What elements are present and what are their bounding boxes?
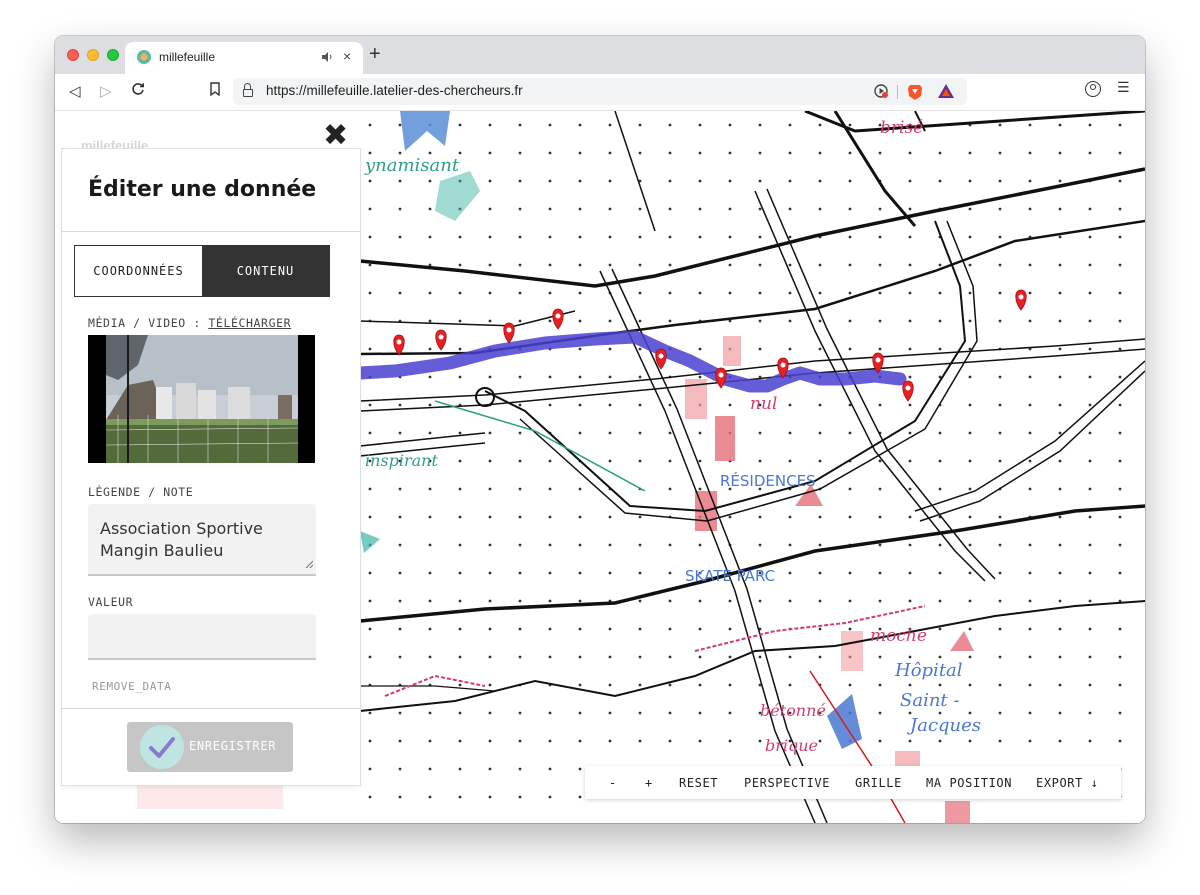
browser-toolbar: ◁ ▷ https://millefeuille.latelier-des-ch… <box>55 74 1145 111</box>
brave-rewards-icon[interactable] <box>937 83 955 103</box>
perspective-button[interactable]: PERSPECTIVE <box>744 776 830 790</box>
value-input[interactable] <box>88 614 316 660</box>
menu-icon[interactable]: ☰ <box>1117 80 1130 96</box>
svg-text:moche: moche <box>870 626 927 646</box>
lock-icon <box>243 83 253 97</box>
page-viewport: ynamisant brisé inspirant RÉSIDENCES SKA… <box>55 111 1145 823</box>
address-bar[interactable]: https://millefeuille.latelier-des-cherch… <box>233 78 967 105</box>
svg-text:ynamisant: ynamisant <box>364 155 460 176</box>
svg-text:RÉSIDENCES: RÉSIDENCES <box>720 471 816 490</box>
export-button[interactable]: EXPORT ↓ <box>1036 776 1099 790</box>
svg-text:bétonné: bétonné <box>760 701 826 720</box>
browser-tab[interactable]: millefeuille × <box>125 42 363 74</box>
save-label: ENREGISTRER <box>189 739 277 753</box>
upload-link[interactable]: TÉLÉCHARGER <box>208 316 291 330</box>
minimize-window-button[interactable] <box>87 49 99 61</box>
bookmark-icon[interactable] <box>209 82 221 100</box>
url-text: https://millefeuille.latelier-des-cherch… <box>266 83 523 98</box>
save-button[interactable]: ENREGISTRER <box>127 722 293 772</box>
legend-textarea[interactable]: Association Sportive Mangin Baulieu <box>88 504 316 576</box>
edit-data-panel: Éditer une donnée COORDONNÉES CONTENU MÉ… <box>62 149 360 785</box>
media-label-text: MÉDIA / VIDEO : <box>88 316 209 330</box>
zoom-out-button[interactable]: - <box>609 776 617 790</box>
favicon-icon <box>137 50 151 64</box>
forward-icon[interactable]: ▷ <box>100 82 112 100</box>
legend-value: Association Sportive Mangin Baulieu <box>100 519 263 560</box>
svg-text:nul: nul <box>750 394 777 414</box>
brave-shield-icon[interactable] <box>907 83 923 105</box>
browser-window: millefeuille × + ◁ ▷ https://millefeuill… <box>55 36 1145 823</box>
reset-button[interactable]: RESET <box>679 776 718 790</box>
panel-title: Éditer une donnée <box>88 177 317 202</box>
zoom-in-button[interactable]: + <box>645 776 653 790</box>
maximize-window-button[interactable] <box>107 49 119 61</box>
tab-title: millefeuille <box>159 50 216 64</box>
my-position-button[interactable]: MA POSITION <box>926 776 1012 790</box>
profile-icon[interactable] <box>1085 81 1101 97</box>
close-window-button[interactable] <box>67 49 79 61</box>
value-label: VALEUR <box>88 595 134 609</box>
divider <box>62 231 360 232</box>
back-icon[interactable]: ◁ <box>69 82 81 100</box>
reload-icon[interactable] <box>131 82 145 100</box>
map-toolbar: - + RESET PERSPECTIVE GRILLE MA POSITION… <box>585 766 1121 799</box>
svg-text:brique: brique <box>765 736 818 755</box>
grid-button[interactable]: GRILLE <box>855 776 902 790</box>
divider <box>62 708 360 709</box>
svg-text:Hôpital: Hôpital <box>894 660 963 681</box>
panel-tabs: COORDONNÉES CONTENU <box>74 245 330 297</box>
remove-data-link[interactable]: REMOVE_DATA <box>92 680 171 693</box>
media-ext-icon[interactable] <box>873 83 889 103</box>
svg-text:brisé: brisé <box>880 118 923 138</box>
svg-text:SKATE PARC: SKATE PARC <box>685 567 775 585</box>
svg-text:inspirant: inspirant <box>365 451 438 470</box>
media-label: MÉDIA / VIDEO : TÉLÉCHARGER <box>88 316 291 330</box>
speaker-icon[interactable] <box>321 51 335 66</box>
new-tab-button[interactable]: + <box>369 44 381 64</box>
tab-close-icon[interactable]: × <box>343 48 351 64</box>
tab-strip: millefeuille × + <box>55 36 1145 74</box>
close-icon[interactable]: ✖ <box>323 121 348 151</box>
tab-contenu[interactable]: CONTENU <box>202 246 329 296</box>
divider <box>897 85 898 99</box>
media-thumbnail[interactable] <box>88 335 315 463</box>
legend-label: LÉGENDE / NOTE <box>88 485 194 499</box>
svg-text:Jacques: Jacques <box>906 715 981 736</box>
svg-text:Saint -: Saint - <box>900 690 959 711</box>
tab-coordonnees[interactable]: COORDONNÉES <box>75 246 202 296</box>
check-icon <box>140 725 184 769</box>
resize-handle-icon[interactable] <box>305 560 314 571</box>
